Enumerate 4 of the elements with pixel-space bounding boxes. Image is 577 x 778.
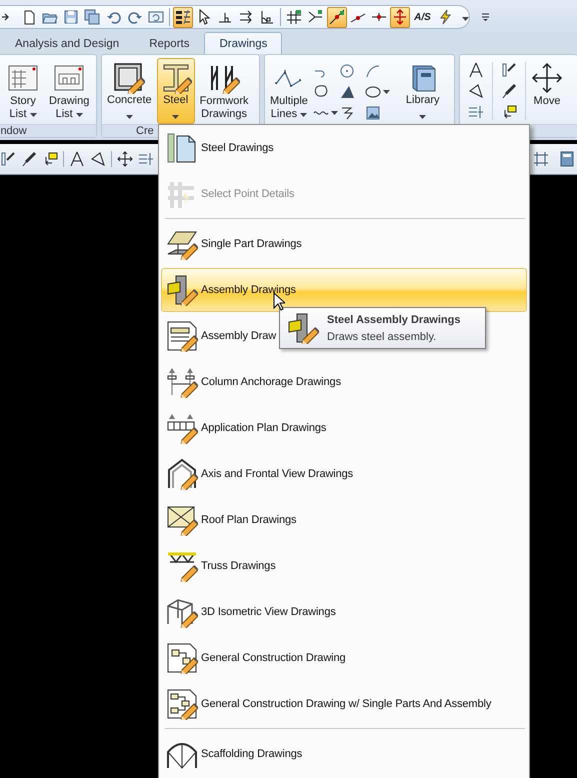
tooltip-text: Draws steel assembly. xyxy=(327,330,438,342)
group-label: indow xyxy=(0,125,27,137)
tooltip-title: Steel Assembly Drawings xyxy=(327,314,460,326)
group-label: Cre xyxy=(136,125,154,137)
